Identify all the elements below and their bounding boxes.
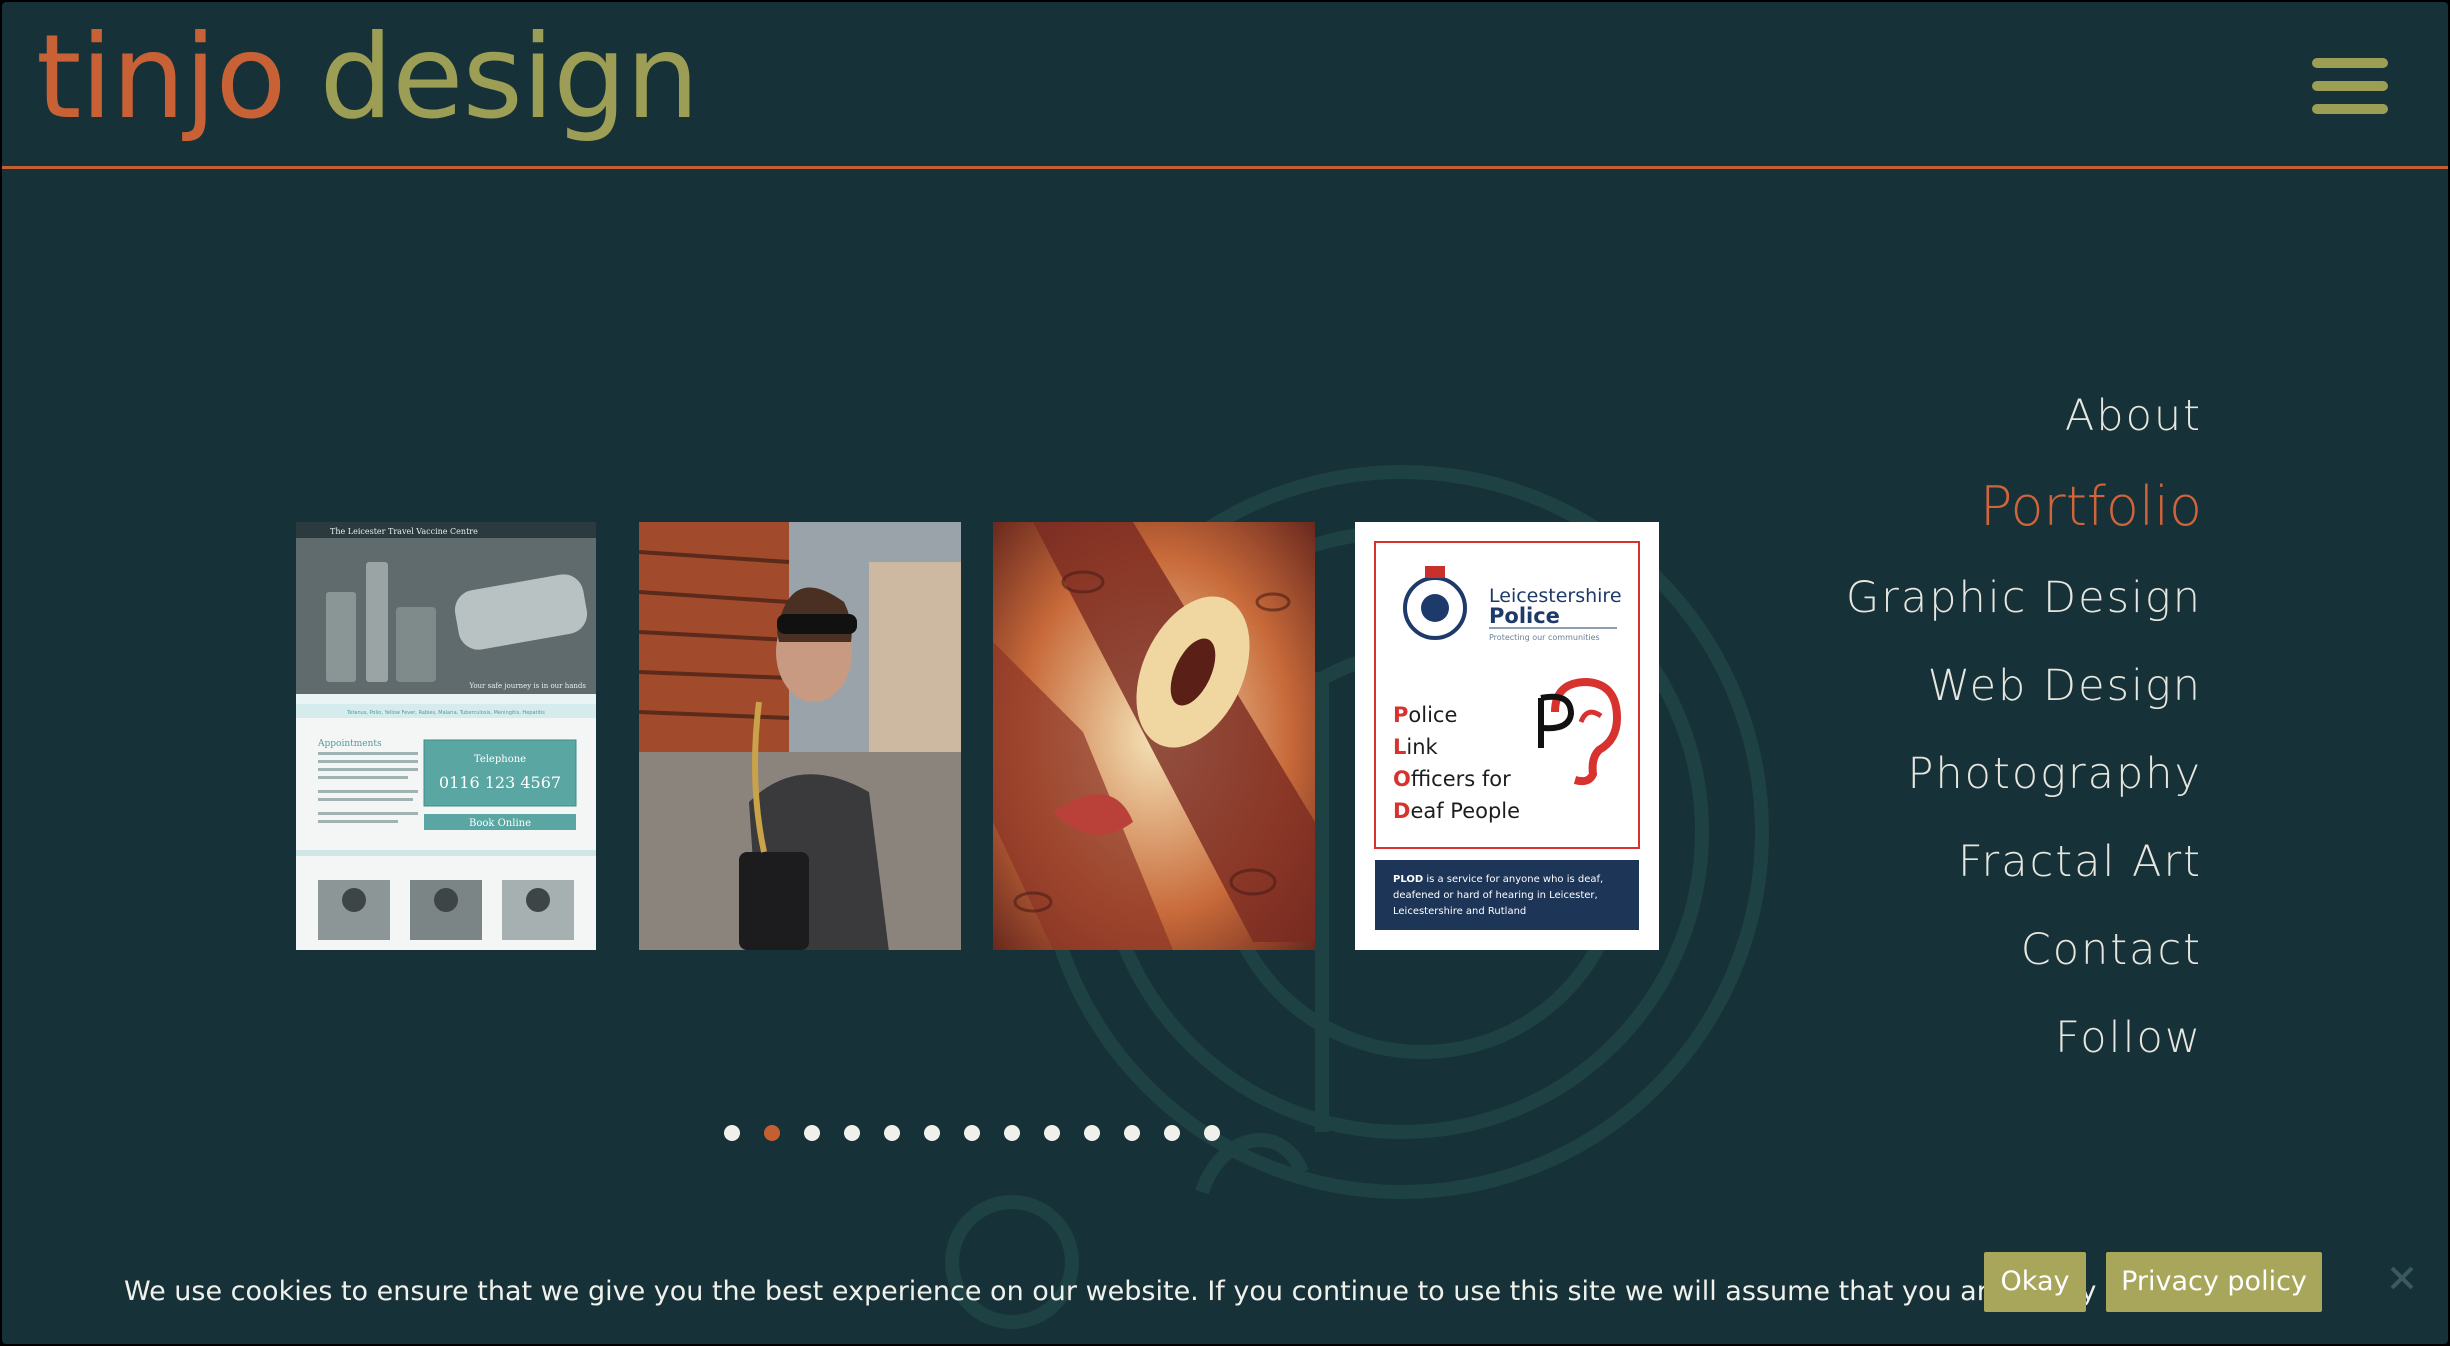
nav-item-about[interactable]: About [1642,372,2202,460]
appointments-heading: Appointments [317,739,382,749]
telephone-label: Telephone [474,754,526,765]
plod-footer-line-3: Leicestershire and Rutland [1393,906,1526,917]
nav-item-portfolio[interactable]: Portfolio [1642,460,2202,554]
portfolio-slide-police-poster[interactable]: Leicestershire Police Protecting our com… [1355,522,1659,950]
cookie-message: We use cookies to ensure that we give yo… [124,1276,2198,1307]
browser-viewport: tinjo design About Portfolio Graphic Desi… [2,2,2448,1344]
portfolio-slide-travel-vaccine-website[interactable]: The Leicester Travel Vaccine Centre Your… [296,522,596,950]
book-online-button: Book Online [469,818,531,829]
carousel-dot-3[interactable] [804,1125,820,1141]
acronym-line-3: Officers for [1393,767,1511,791]
acronym-line-1: Police [1393,703,1457,727]
carousel-dot-8[interactable] [1004,1125,1020,1141]
carousel-dot-5[interactable] [884,1125,900,1141]
nav-item-graphic-design[interactable]: Graphic Design [1642,554,2202,642]
plod-footer-line-2: deafened or hard of hearing in Leicester… [1393,890,1598,901]
acronym-line-4: Deaf People [1393,799,1520,823]
portfolio-slide-portrait-photo[interactable] [639,522,961,950]
carousel-dot-11[interactable] [1124,1125,1140,1141]
carousel-dot-9[interactable] [1044,1125,1060,1141]
carousel-dot-6[interactable] [924,1125,940,1141]
nav-item-photography[interactable]: Photography [1642,730,2202,818]
logo-text-design: design [319,10,699,145]
carousel-dot-1[interactable] [724,1125,740,1141]
close-icon[interactable] [2382,1258,2422,1298]
main-navigation: About Portfolio Graphic Design Web Desig… [1642,372,2202,1082]
police-org-line2: Police [1489,604,1560,628]
carousel-dot-12[interactable] [1164,1125,1180,1141]
portfolio-slide-fractal-art[interactable] [993,522,1315,950]
nav-item-contact[interactable]: Contact [1642,906,2202,994]
telephone-number: 0116 123 4567 [439,773,561,792]
nav-item-web-design[interactable]: Web Design [1642,642,2202,730]
carousel-dot-7[interactable] [964,1125,980,1141]
cookie-okay-button[interactable]: Okay [1984,1252,2086,1312]
acronym-line-2: Link [1393,735,1439,759]
privacy-policy-button[interactable]: Privacy policy [2106,1252,2322,1312]
hamburger-menu-icon[interactable] [2312,58,2388,114]
vaccine-site-title: The Leicester Travel Vaccine Centre [330,527,478,536]
carousel-dot-2[interactable] [764,1125,780,1141]
vaccine-tagline: Your safe journey is in our hands [468,682,586,690]
site-logo[interactable]: tinjo design [36,8,699,148]
carousel-dot-10[interactable] [1084,1125,1100,1141]
site-header: tinjo design [2,2,2448,169]
carousel-dot-13[interactable] [1204,1125,1220,1141]
police-org-tagline: Protecting our communities [1489,633,1600,642]
nav-item-fractal-art[interactable]: Fractal Art [1642,818,2202,906]
plod-footer-line-1: PLOD is a service for anyone who is deaf… [1393,874,1603,885]
nav-item-follow[interactable]: Follow [1642,994,2202,1082]
carousel-dot-4[interactable] [844,1125,860,1141]
logo-text-tinjo: tinjo [36,10,286,145]
vaccine-list: Tetanus, Polio, Yellow Fever, Rabies, Ma… [346,710,545,716]
cookie-banner: We use cookies to ensure that we give yo… [2,1242,2448,1342]
